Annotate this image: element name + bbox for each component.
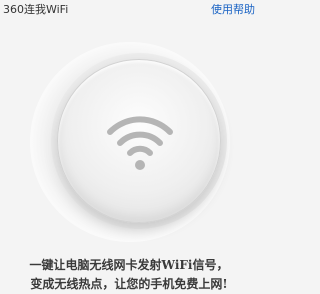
wifi-icon bbox=[107, 116, 173, 170]
help-link[interactable]: 使用帮助 bbox=[211, 3, 255, 16]
wifi-toggle-button[interactable] bbox=[57, 59, 221, 223]
description-text: 一键让电脑无线网卡发射WiFi信号， 变成无线热点，让您的手机免费上网! bbox=[0, 256, 258, 294]
description-line-1: 一键让电脑无线网卡发射WiFi信号， bbox=[29, 258, 229, 272]
app-title: 360连我WiFi bbox=[3, 3, 69, 16]
description-line-2: 变成无线热点，让您的手机免费上网! bbox=[30, 277, 228, 291]
